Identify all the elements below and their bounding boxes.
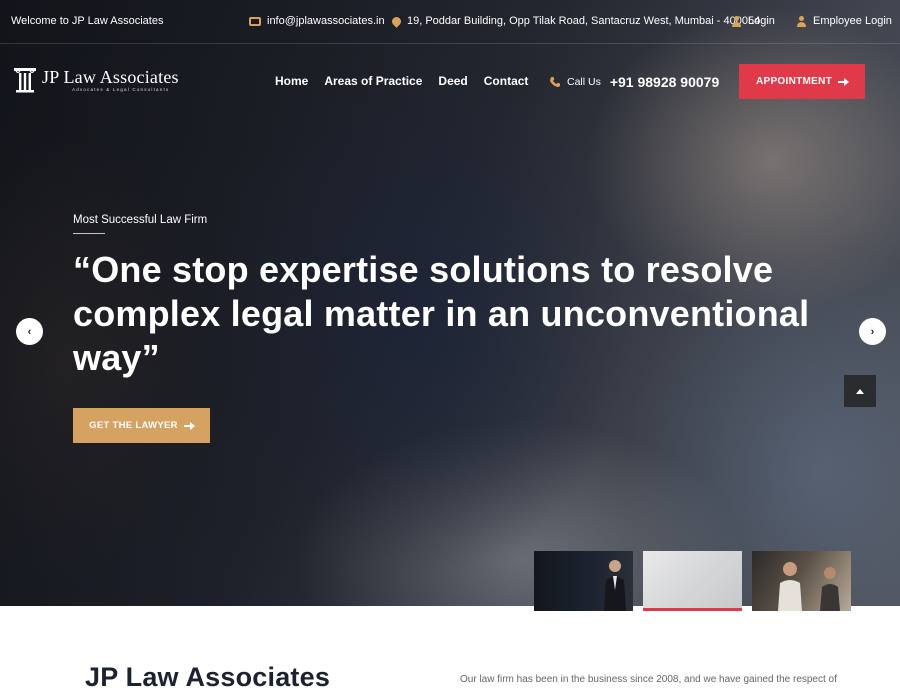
main-nav: JP Law Associates Advocates & Legal Cons… [0, 44, 900, 120]
cta-label: GET THE LAWYER [89, 420, 178, 431]
email-link[interactable]: info@jplawassociates.in [249, 15, 385, 27]
logo-text: JP Law Associates Advocates & Legal Cons… [42, 68, 179, 92]
about-text: Our law firm has been in the business si… [460, 674, 837, 685]
location-pin-icon [390, 14, 403, 28]
hero-eyebrow: Most Successful Law Firm [73, 214, 208, 226]
slide-thumbnail-2-active[interactable] [643, 551, 742, 611]
arrow-right-icon [838, 77, 850, 86]
menu-item-contact[interactable]: Contact [484, 74, 529, 88]
address-info: 19, Poddar Building, Opp Tilak Road, San… [390, 14, 761, 28]
arrow-right-icon [183, 421, 195, 430]
employee-login-link[interactable]: Employee Login [796, 15, 892, 27]
slider-prev-button[interactable]: ‹ [16, 318, 43, 345]
login-label: Login [748, 15, 775, 27]
appointment-button[interactable]: APPOINTMENT [739, 64, 865, 99]
chevron-left-icon: ‹ [27, 325, 32, 338]
top-info-bar: Welcome to JP Law Associates info@jplawa… [0, 0, 900, 44]
lawyer-figure-image [604, 560, 626, 611]
call-us[interactable]: Call Us +91 98928 90079 [549, 74, 719, 90]
user-icon [796, 15, 807, 27]
chevron-right-icon: › [870, 325, 875, 338]
menu-item-home[interactable]: Home [275, 74, 308, 88]
chevron-up-icon [856, 388, 864, 394]
menu-item-areas-of-practice[interactable]: Areas of Practice [324, 74, 422, 88]
hero-headline: “One stop expertise solutions to resolve… [73, 249, 810, 378]
email-text: info@jplawassociates.in [267, 15, 385, 27]
welcome-text: Welcome to JP Law Associates [11, 15, 164, 27]
call-us-label: Call Us [567, 76, 601, 88]
user-icon [731, 15, 742, 27]
slider-next-button[interactable]: › [859, 318, 886, 345]
phone-icon [550, 77, 560, 87]
site-logo[interactable]: JP Law Associates Advocates & Legal Cons… [12, 66, 179, 94]
scroll-to-top-button[interactable] [844, 375, 876, 407]
about-title: JP Law Associates [85, 662, 331, 692]
slide-thumbnails [534, 551, 851, 611]
logo-subtitle: Advocates & Legal Consultants [72, 87, 170, 92]
menu-item-deed[interactable]: Deed [438, 74, 467, 88]
login-link[interactable]: Login [731, 15, 775, 27]
pillar-icon [14, 68, 36, 93]
appointment-label: APPOINTMENT [755, 76, 833, 87]
eyebrow-divider [73, 233, 105, 234]
active-slide-indicator [643, 608, 742, 611]
people-image [778, 562, 840, 611]
slide-thumbnail-3[interactable] [752, 551, 851, 611]
slide-thumbnail-1[interactable] [534, 551, 633, 611]
get-the-lawyer-button[interactable]: GET THE LAWYER [73, 408, 210, 443]
employee-login-label: Employee Login [813, 15, 892, 27]
primary-menu: Home Areas of Practice Deed Contact [275, 74, 528, 88]
logo-title: JP Law Associates [42, 67, 179, 87]
address-text: 19, Poddar Building, Opp Tilak Road, San… [407, 15, 761, 27]
phone-number: +91 98928 90079 [609, 74, 720, 90]
envelope-icon [249, 16, 261, 26]
